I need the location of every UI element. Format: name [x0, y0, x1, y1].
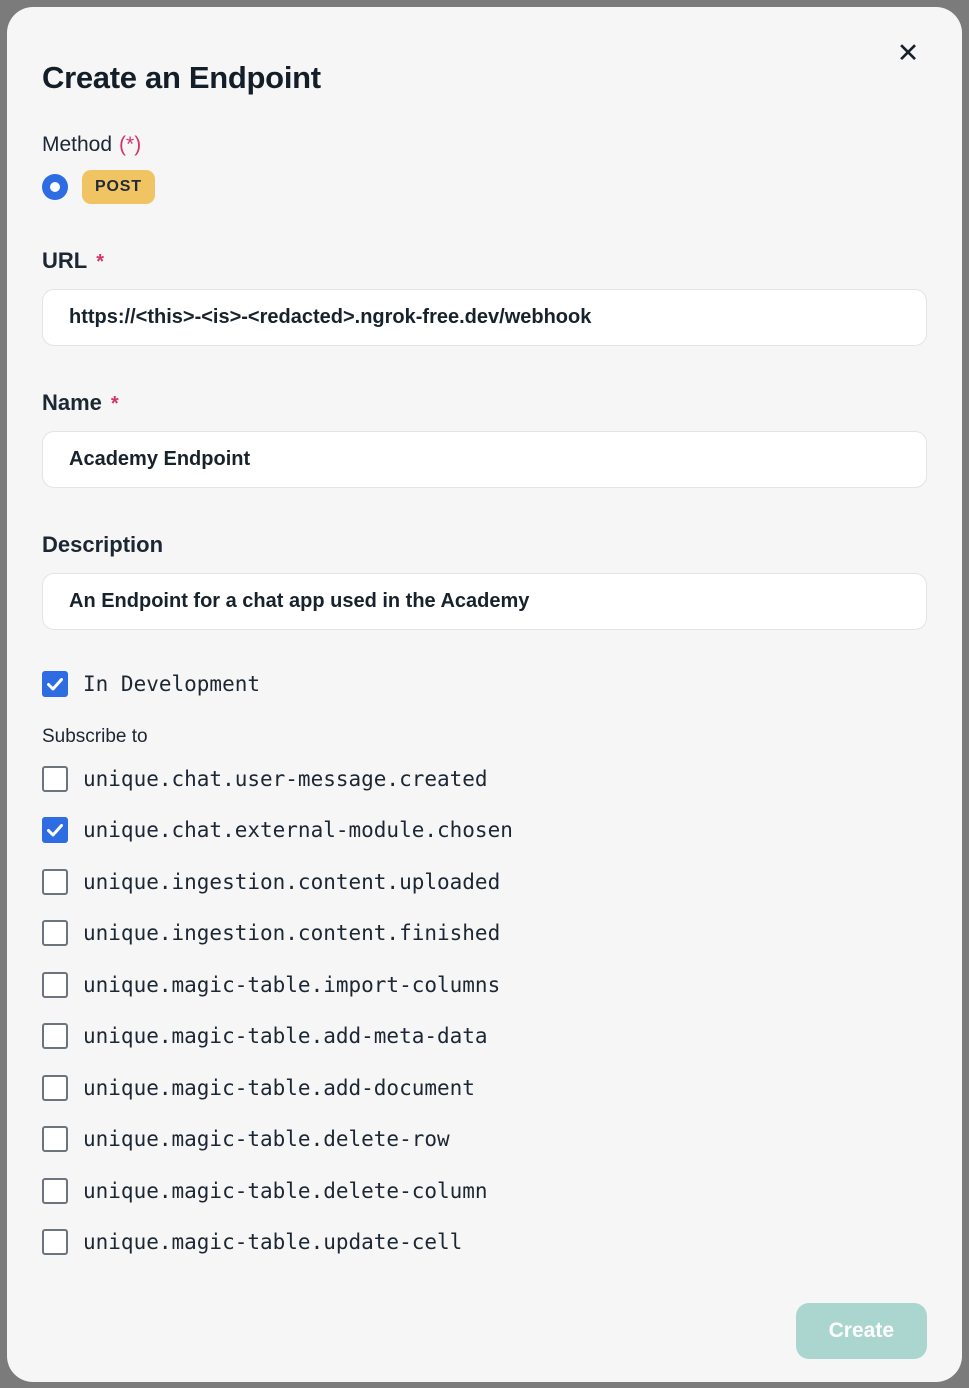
subscribe-event-label: unique.ingestion.content.finished: [83, 921, 500, 945]
create-endpoint-dialog: ✕ Create an Endpoint Method (*) POST URL…: [7, 7, 962, 1382]
page-title: Create an Endpoint: [42, 60, 927, 96]
subscribe-event-label: unique.magic-table.delete-column: [83, 1179, 488, 1203]
event-checkbox[interactable]: [42, 1229, 68, 1255]
event-checkbox[interactable]: [42, 869, 68, 895]
subscribe-event-label: unique.magic-table.delete-row: [83, 1127, 450, 1151]
checkmark-icon: [47, 824, 63, 837]
subscribe-event-label: unique.magic-table.import-columns: [83, 973, 500, 997]
url-label-text: URL: [42, 248, 87, 274]
subscribe-event-row[interactable]: unique.magic-table.delete-row: [42, 1114, 927, 1166]
in-development-checkbox[interactable]: [42, 671, 68, 697]
event-checkbox[interactable]: [42, 920, 68, 946]
subscribe-event-row[interactable]: unique.magic-table.delete-column: [42, 1165, 927, 1217]
in-development-row[interactable]: In Development: [42, 671, 927, 697]
description-label-text: Description: [42, 532, 163, 558]
subscribe-event-row[interactable]: unique.magic-table.add-document: [42, 1062, 927, 1114]
subscribe-events-list: unique.chat.user-message.created unique.…: [42, 753, 927, 1268]
subscribe-to-label: Subscribe to: [42, 726, 927, 748]
description-input[interactable]: [42, 573, 927, 630]
event-checkbox[interactable]: [42, 1075, 68, 1101]
subscribe-event-label: unique.magic-table.add-document: [83, 1076, 475, 1100]
subscribe-event-row[interactable]: unique.magic-table.add-meta-data: [42, 1011, 927, 1063]
subscribe-event-row[interactable]: unique.magic-table.import-columns: [42, 959, 927, 1011]
subscribe-event-row[interactable]: unique.ingestion.content.finished: [42, 908, 927, 960]
subscribe-event-label: unique.chat.user-message.created: [83, 767, 488, 791]
event-checkbox[interactable]: [42, 1023, 68, 1049]
method-options: POST: [42, 170, 927, 204]
method-label-text: Method: [42, 133, 112, 157]
subscribe-event-row[interactable]: unique.magic-table.update-cell: [42, 1217, 927, 1269]
subscribe-event-row[interactable]: unique.chat.external-module.chosen: [42, 805, 927, 857]
name-required-marker: *: [111, 393, 119, 416]
method-label: Method (*): [42, 133, 927, 157]
name-label-text: Name: [42, 390, 102, 416]
subscribe-event-label: unique.ingestion.content.uploaded: [83, 870, 500, 894]
event-checkbox[interactable]: [42, 817, 68, 843]
event-checkbox[interactable]: [42, 1126, 68, 1152]
name-input[interactable]: [42, 431, 927, 488]
subscribe-event-row[interactable]: unique.chat.user-message.created: [42, 753, 927, 805]
event-checkbox[interactable]: [42, 1178, 68, 1204]
event-checkbox[interactable]: [42, 972, 68, 998]
create-button[interactable]: Create: [796, 1303, 927, 1359]
method-post-radio[interactable]: [42, 174, 68, 200]
url-label: URL *: [42, 248, 927, 274]
in-development-label: In Development: [83, 672, 260, 696]
subscribe-event-row[interactable]: unique.ingestion.content.uploaded: [42, 856, 927, 908]
dialog-footer: Create: [42, 1303, 927, 1359]
description-label: Description: [42, 532, 927, 558]
close-icon[interactable]: ✕: [890, 35, 926, 71]
checkmark-icon: [47, 678, 63, 691]
post-method-badge[interactable]: POST: [82, 170, 155, 204]
url-input[interactable]: [42, 289, 927, 346]
url-required-marker: *: [96, 251, 104, 274]
subscribe-event-label: unique.chat.external-module.chosen: [83, 818, 513, 842]
method-required-marker: (*): [119, 133, 141, 157]
subscribe-event-label: unique.magic-table.update-cell: [83, 1230, 462, 1254]
event-checkbox[interactable]: [42, 766, 68, 792]
subscribe-event-label: unique.magic-table.add-meta-data: [83, 1024, 488, 1048]
name-label: Name *: [42, 390, 927, 416]
